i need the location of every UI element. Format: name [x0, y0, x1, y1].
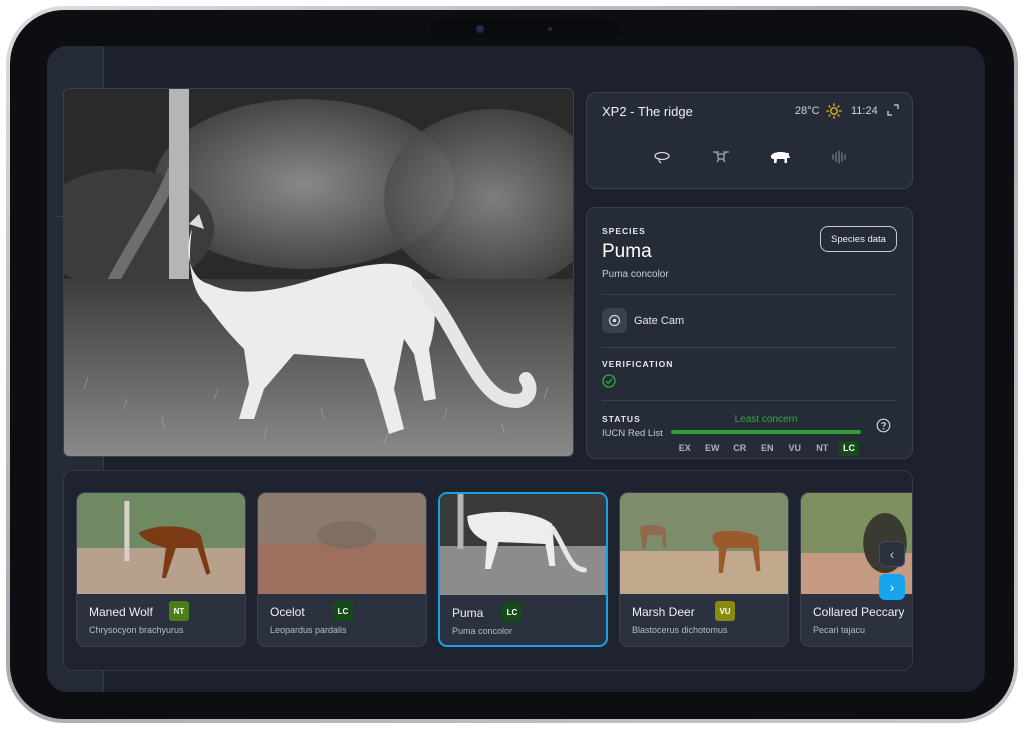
- help-icon[interactable]: [876, 418, 891, 433]
- status-text: Least concern: [734, 414, 798, 425]
- tablet-bezel: Vale: [10, 10, 1014, 719]
- species-scientific-name: Puma concolor: [602, 269, 669, 280]
- tile-scientific-name: Puma concolor: [452, 626, 513, 636]
- sensor-dot: [548, 27, 552, 31]
- iucn-category-ew: EW: [705, 443, 720, 453]
- tablet-frame: Vale: [6, 6, 1018, 723]
- maned-wolf-image: [77, 493, 245, 594]
- puma-night-image: [64, 89, 573, 456]
- camera-lens: [476, 25, 484, 33]
- app-screen: Vale: [47, 46, 985, 692]
- sun-icon: [826, 103, 842, 119]
- gallery-tile[interactable]: Maned Wolf NT Chrysocyon brachyurus: [76, 492, 246, 647]
- species-data-button[interactable]: Species data: [820, 226, 897, 252]
- iucn-label: IUCN Red List: [602, 428, 663, 439]
- iucn-category-cr: CR: [733, 443, 747, 453]
- species-card: SPECIES Puma Puma concolor Species data …: [586, 207, 913, 459]
- gallery-next-button[interactable]: ›: [879, 574, 905, 600]
- divider: [602, 400, 897, 401]
- drone-icon[interactable]: [710, 146, 732, 168]
- front-camera: [430, 20, 620, 38]
- iucn-badge: LC: [333, 601, 353, 621]
- iucn-badge: VU: [715, 601, 735, 621]
- iucn-category-vu: VU: [788, 443, 801, 453]
- iucn-category-lc: LC: [839, 441, 859, 456]
- gallery-tile[interactable]: Ocelot LC Leopardus pardalis: [257, 492, 427, 647]
- status-bar: [671, 430, 861, 434]
- iucn-categories: EX EW CR EN VU NT LC: [671, 441, 862, 456]
- camera-source-label: Gate Cam: [634, 315, 685, 327]
- verification-label: VERIFICATION: [602, 359, 674, 369]
- gallery-tile[interactable]: Collared Peccary Pecari tajacu: [800, 492, 912, 647]
- camera-source-icon: [602, 308, 627, 333]
- divider: [602, 294, 897, 295]
- bear-icon[interactable]: [769, 146, 791, 168]
- species-gallery: Maned Wolf NT Chrysocyon brachyurus Ocel…: [63, 470, 913, 671]
- divider: [602, 347, 897, 348]
- status-bar-fill: [671, 430, 861, 434]
- camera-title: XP2 - The ridge: [602, 104, 693, 119]
- tile-name: Marsh Deer: [632, 605, 695, 619]
- tile-scientific-name: Chrysocyon brachyurus: [89, 625, 184, 635]
- tile-name: Puma: [452, 606, 484, 620]
- camera-card: XP2 - The ridge 28°C 11:24: [586, 92, 913, 189]
- tile-scientific-name: Pecari tajacu: [813, 625, 866, 635]
- tile-name: Ocelot: [270, 605, 305, 619]
- check-circle-icon: [602, 374, 616, 388]
- iucn-badge: LC: [502, 602, 522, 622]
- lasso-icon[interactable]: [651, 146, 673, 168]
- trail-camera-photo[interactable]: [63, 88, 574, 457]
- sound-wave-icon[interactable]: [828, 146, 850, 168]
- expand-icon[interactable]: [887, 104, 899, 116]
- tile-scientific-name: Blastocerus dichotomus: [632, 625, 728, 635]
- gallery-tile[interactable]: Marsh Deer VU Blastocerus dichotomus: [619, 492, 789, 647]
- iucn-category-nt: NT: [816, 443, 829, 453]
- tile-name: Maned Wolf: [89, 605, 153, 619]
- marsh-deer-image: [620, 493, 788, 594]
- tile-name: Collared Peccary: [813, 605, 905, 619]
- status-label: STATUS: [602, 414, 641, 424]
- puma-image: [440, 494, 606, 595]
- species-section-label: SPECIES: [602, 226, 646, 236]
- species-name: Puma: [602, 241, 652, 262]
- temperature: 28°C: [795, 105, 820, 117]
- tile-scientific-name: Leopardus pardalis: [270, 625, 347, 635]
- iucn-category-en: EN: [760, 443, 774, 453]
- ocelot-image: [258, 493, 426, 594]
- gallery-tile-selected[interactable]: Puma LC Puma concolor: [438, 492, 608, 647]
- camera-time: 11:24: [851, 105, 878, 117]
- iucn-category-ex: EX: [678, 443, 691, 453]
- gallery-prev-button[interactable]: ‹: [879, 541, 905, 567]
- iucn-badge: NT: [169, 601, 189, 621]
